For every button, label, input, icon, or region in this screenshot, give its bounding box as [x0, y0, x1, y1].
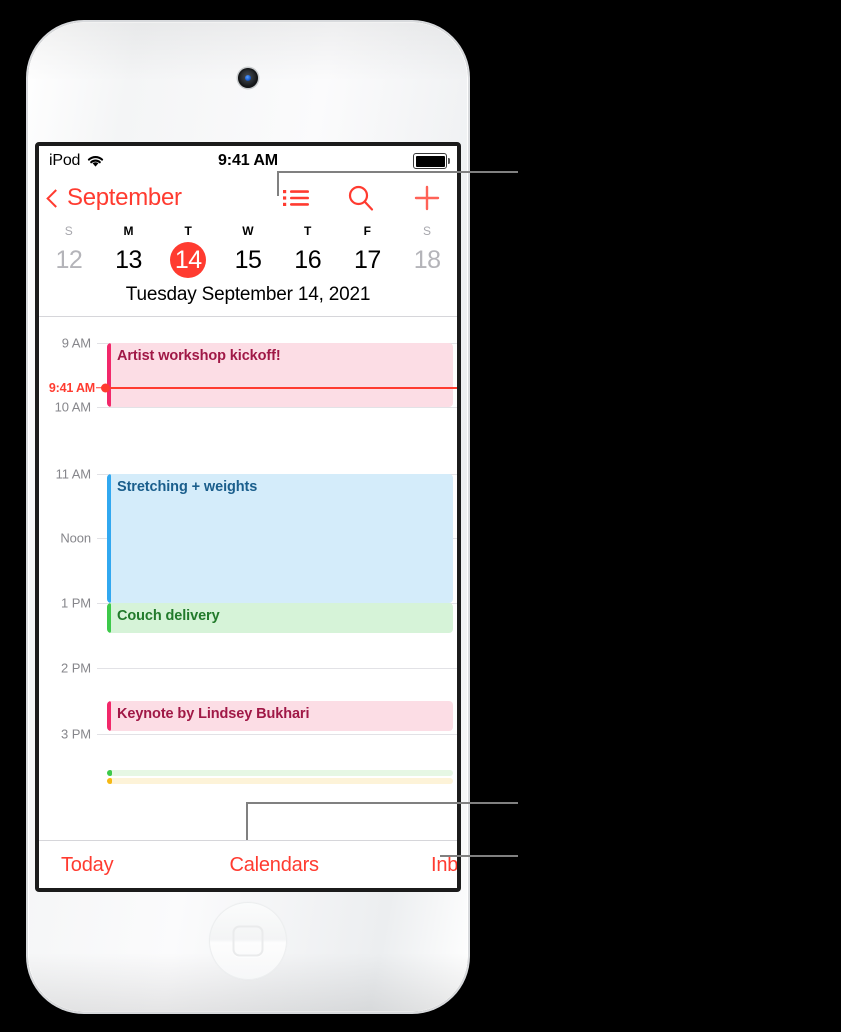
day-cell-13[interactable]: 13	[99, 242, 159, 278]
list-view-icon[interactable]	[283, 188, 309, 208]
current-time-dot	[101, 383, 110, 393]
day-cell-18[interactable]: 18	[397, 242, 457, 278]
bottom-toolbar: Today Calendars Inbox	[39, 841, 457, 888]
current-time-tick	[96, 387, 102, 389]
day-of-week-0: S	[64, 224, 73, 238]
calendar-event[interactable]: Couch delivery	[107, 603, 453, 633]
event-color-bar	[107, 603, 111, 633]
carrier-label: iPod	[49, 152, 81, 169]
day-of-week-5: F	[363, 224, 372, 238]
wifi-icon	[86, 154, 105, 168]
day-of-week-4: T	[303, 224, 312, 238]
day-number-18: 18	[413, 246, 441, 274]
event-color-bar	[107, 701, 111, 731]
day-of-week-1: M	[123, 224, 134, 238]
inbox-button[interactable]: Inbox	[345, 854, 457, 877]
day-cell-17[interactable]: 17	[338, 242, 398, 278]
event-title: Artist workshop kickoff!	[117, 348, 281, 364]
hour-label-noon: Noon	[60, 530, 91, 546]
device-screen: iPod 9:41 AM September S M T W T F S 12 …	[35, 142, 461, 892]
hour-line-10-am	[97, 407, 457, 408]
hour-label-1-pm: 1 PM	[61, 595, 91, 611]
plus-icon[interactable]	[413, 184, 441, 212]
today-button[interactable]: Today	[39, 854, 203, 877]
day-cell-14[interactable]: 14	[158, 242, 218, 278]
battery-icon	[413, 153, 447, 169]
calendar-event[interactable]: Artist workshop kickoff!	[107, 343, 453, 407]
calendar-event[interactable]: Stretching + weights	[107, 474, 453, 603]
day-of-week-2: T	[184, 224, 193, 238]
day-of-week-6: S	[423, 224, 432, 238]
status-left: iPod	[49, 152, 105, 170]
search-icon[interactable]	[347, 184, 375, 212]
ipod-touch-device: iPod 9:41 AM September S M T W T F S 12 …	[25, 19, 471, 1015]
day-schedule-grid[interactable]: 9 AM 10 AM 11 AM Noon 1 PM 2 PM 3 PM Artist wor…	[39, 317, 457, 840]
hour-label-10-am: 10 AM	[54, 399, 91, 415]
selected-date-label: Tuesday September 14, 2021	[125, 284, 371, 305]
front-camera-icon	[238, 68, 258, 88]
home-square-icon	[232, 925, 264, 957]
event-title: Couch delivery	[117, 608, 220, 624]
chevron-left-icon	[46, 189, 65, 208]
grid-inner: 9 AM 10 AM 11 AM Noon 1 PM 2 PM 3 PM Artist wor…	[39, 317, 457, 840]
event-color-bar	[107, 770, 112, 776]
day-number-row: 12 13 14 15 16 17 18	[39, 242, 457, 278]
day-number-16: 16	[294, 246, 322, 274]
day-number-15: 15	[234, 246, 262, 274]
calendars-button[interactable]: Calendars	[203, 854, 345, 877]
current-time-label: 9:41 AM	[48, 380, 95, 395]
day-number-17: 17	[354, 246, 381, 274]
day-cell-12[interactable]: 12	[39, 242, 99, 278]
day-of-week-3: W	[242, 224, 254, 238]
day-cell-16[interactable]: 16	[278, 242, 338, 278]
event-title: Keynote by Lindsey Bukhari	[117, 706, 310, 722]
day-of-week-row: SMTWTFS	[39, 222, 457, 241]
status-right	[413, 153, 447, 169]
event-color-bar	[107, 778, 112, 784]
week-strip: S M T W T F S 12 13 14 15 16 17 18 Tuesday September…	[39, 220, 457, 316]
back-button-label: September	[67, 184, 182, 211]
calendar-app: iPod 9:41 AM September S M T W T F S 12 …	[39, 146, 457, 888]
status-bar: iPod 9:41 AM	[39, 146, 457, 176]
hour-label-2-pm: 2 PM	[61, 660, 91, 676]
hour-label-3-pm: 3 PM	[61, 726, 91, 742]
hour-line-3-pm	[97, 734, 457, 735]
calendar-event[interactable]	[107, 770, 453, 776]
event-color-bar	[107, 343, 111, 407]
calendar-event[interactable]: Keynote by Lindsey Bukhari	[107, 701, 453, 731]
day-cell-15[interactable]: 15	[218, 242, 278, 278]
current-time-line	[105, 387, 457, 389]
day-number-13: 13	[115, 246, 142, 274]
hour-line-2-pm	[97, 668, 457, 669]
day-number-12: 12	[55, 246, 83, 274]
day-number-14: 14	[170, 242, 207, 278]
navigation-bar: September	[39, 176, 457, 220]
hour-label-9-am: 9 AM	[61, 335, 91, 351]
back-to-month-button[interactable]: September	[46, 184, 182, 212]
home-button[interactable]	[209, 902, 287, 980]
nav-actions	[283, 184, 445, 212]
calendar-event[interactable]	[107, 778, 453, 784]
battery-level	[415, 155, 445, 167]
hour-label-11-am: 11 AM	[55, 466, 91, 482]
event-color-bar	[107, 474, 111, 603]
event-title: Stretching + weights	[117, 479, 258, 495]
